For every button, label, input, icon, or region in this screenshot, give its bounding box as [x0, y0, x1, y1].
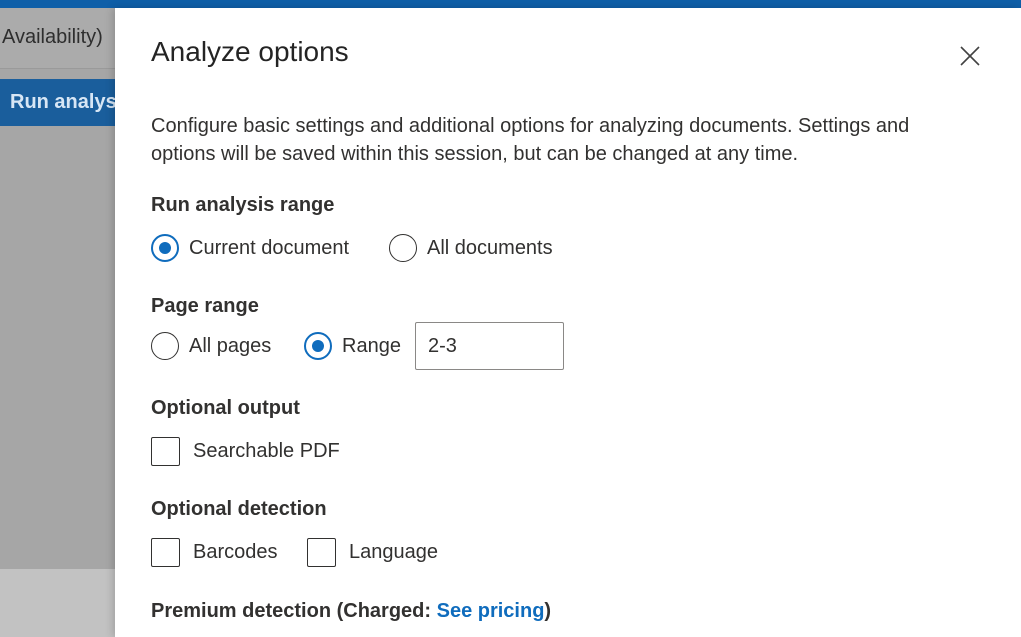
premium-detection-prefix: Premium detection (Charged: — [151, 600, 437, 622]
background-availability-text: Availability) — [2, 26, 103, 48]
checkbox-language[interactable]: Language — [307, 538, 438, 567]
app-top-bar — [0, 0, 1021, 8]
radio-range[interactable]: Range — [304, 332, 401, 360]
background-run-analysis-label: Run analysis — [10, 91, 115, 113]
radio-label: All documents — [427, 236, 553, 259]
radio-all-documents[interactable]: All documents — [389, 234, 553, 262]
optional-output-label: Optional output — [151, 397, 300, 419]
premium-detection-label: Premium detection (Charged: See pricing) — [151, 600, 551, 623]
checkbox-box — [307, 538, 336, 567]
background-run-analysis-button: Run analysis — [0, 79, 115, 126]
radio-label: Current document — [189, 236, 350, 259]
page-range-label: Page range — [151, 295, 259, 317]
checkbox-label: Barcodes — [193, 541, 278, 563]
background-panel-footer — [0, 569, 115, 637]
radio-circle — [151, 332, 179, 360]
radio-label: All pages — [189, 334, 272, 357]
radio-circle-checked — [151, 234, 179, 262]
analyze-options-dialog: Analyze options Configure basic settings… — [115, 8, 1021, 637]
radio-circle-checked — [304, 332, 332, 360]
radio-circle — [389, 234, 417, 262]
checkbox-label: Language — [349, 541, 438, 563]
premium-detection-suffix: ) — [544, 600, 552, 622]
dialog-description: Configure basic settings and additional … — [151, 115, 910, 165]
checkbox-searchable-pdf[interactable]: Searchable PDF — [151, 437, 340, 466]
dialog-title: Analyze options — [151, 36, 349, 67]
close-icon — [960, 46, 980, 66]
optional-detection-label: Optional detection — [151, 498, 327, 520]
checkbox-label: Searchable PDF — [193, 440, 340, 462]
radio-current-document[interactable]: Current document — [151, 234, 349, 262]
page-range-input[interactable] — [415, 322, 564, 370]
radio-all-pages[interactable]: All pages — [151, 332, 271, 360]
radio-label: Range — [342, 334, 401, 357]
checkbox-box — [151, 437, 180, 466]
checkbox-barcodes[interactable]: Barcodes — [151, 538, 278, 567]
see-pricing-link[interactable]: See pricing — [437, 600, 545, 622]
run-analysis-range-label: Run analysis range — [151, 194, 335, 216]
close-button[interactable] — [955, 41, 985, 71]
checkbox-box — [151, 538, 180, 567]
background-availability-cell: Availability) — [0, 8, 115, 69]
